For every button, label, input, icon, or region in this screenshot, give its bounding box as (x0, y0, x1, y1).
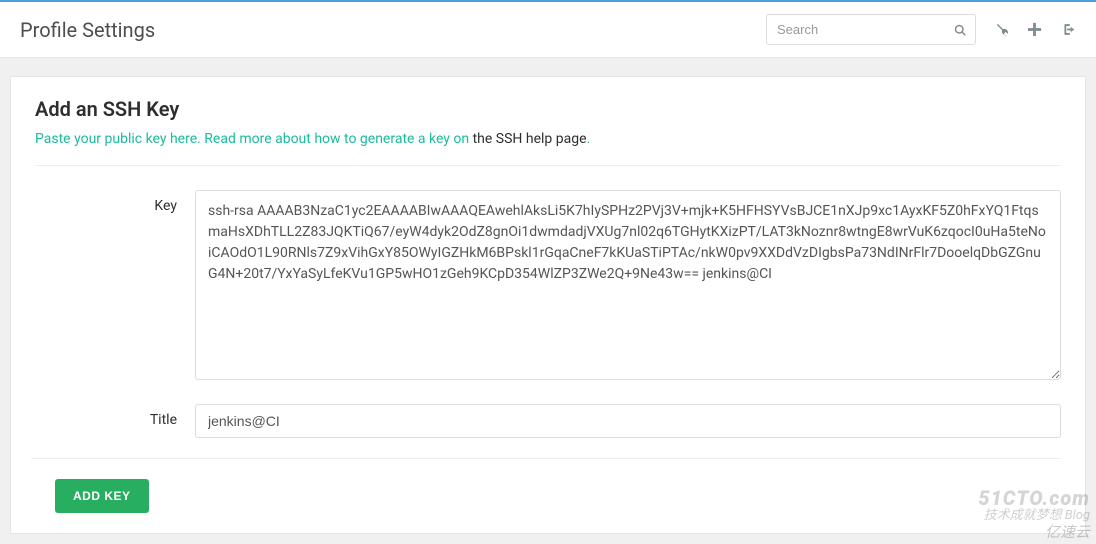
card-title: Add an SSH Key (35, 97, 1061, 121)
search-wrap (766, 14, 976, 45)
helper-suffix: . (587, 131, 591, 147)
search-input[interactable] (766, 14, 976, 45)
key-control (195, 190, 1061, 384)
sign-out-icon[interactable] (1060, 22, 1076, 37)
actions-row: ADD KEY (31, 458, 1061, 513)
title-input[interactable] (195, 404, 1061, 438)
helper-prefix: Paste your public key here. Read more ab… (35, 131, 473, 147)
title-row: Title (35, 404, 1061, 438)
add-key-button[interactable]: ADD KEY (55, 479, 149, 513)
header-bar: Profile Settings (0, 0, 1096, 58)
title-control (195, 404, 1061, 438)
content-area: Add an SSH Key Paste your public key her… (0, 58, 1096, 534)
ssh-help-link[interactable]: the SSH help page (473, 131, 587, 147)
title-label: Title (35, 404, 195, 428)
key-row: Key (35, 190, 1061, 384)
plus-icon[interactable] (1027, 22, 1042, 37)
page-title: Profile Settings (20, 18, 155, 42)
key-textarea[interactable] (195, 190, 1061, 380)
key-label: Key (35, 190, 195, 214)
header-actions (766, 14, 1076, 45)
ssh-key-card: Add an SSH Key Paste your public key her… (10, 76, 1086, 534)
helper-text: Paste your public key here. Read more ab… (35, 131, 1061, 166)
wrench-icon[interactable] (994, 22, 1009, 37)
